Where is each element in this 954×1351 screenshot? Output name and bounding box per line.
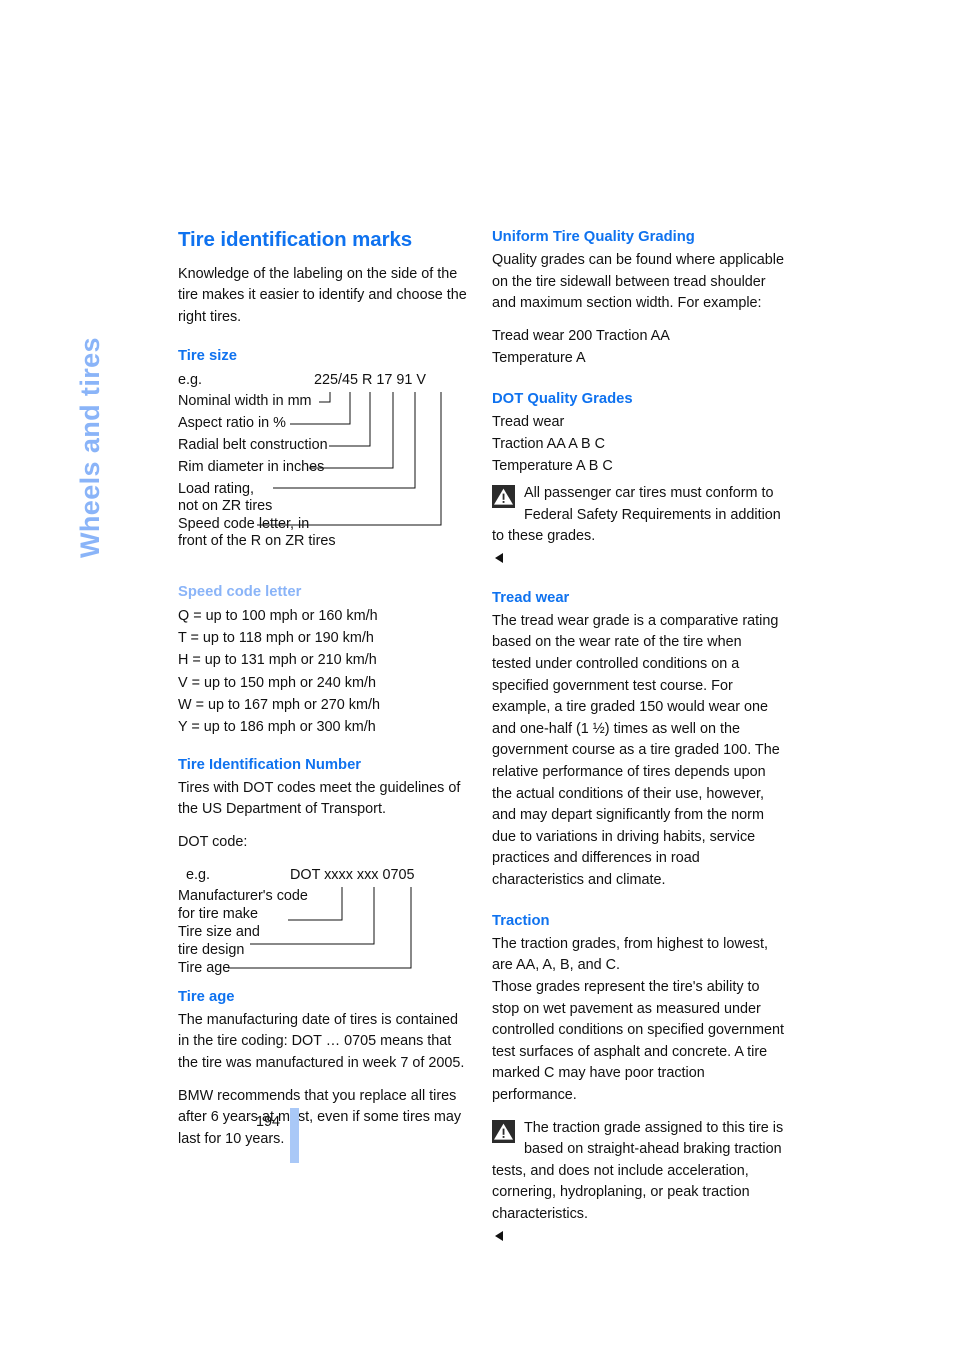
page-number: 194 bbox=[255, 1114, 280, 1130]
section-heading-dot-quality-grades: DOT Quality Grades bbox=[492, 391, 633, 408]
speed-code-entry: H = up to 131 mph or 210 km/h bbox=[178, 652, 377, 669]
dot-grades-warning-text: All passenger car tires must conform to … bbox=[492, 485, 781, 545]
section-heading-tire-age: Tire age bbox=[178, 988, 235, 1005]
tire-size-callout-speed-code-cont: front of the R on ZR tires bbox=[178, 532, 336, 549]
dot-code-label: DOT code: bbox=[178, 834, 248, 851]
section-heading-speed-code-letter: Speed code letter bbox=[178, 583, 302, 600]
intro-paragraph: Knowledge of the labeling on the side of… bbox=[178, 265, 467, 325]
dot-quality-grade-line: Traction AA A B C bbox=[492, 436, 606, 453]
chapter-tab-label: Wheels and tires bbox=[75, 337, 105, 558]
tire-size-code: 225/45 R 17 91 V bbox=[314, 371, 427, 388]
section-heading-tire-size: Tire size bbox=[178, 348, 237, 365]
traction-warning-note: The traction grade assigned to this tire… bbox=[492, 1118, 784, 1248]
tire-size-callout-rim-diameter: Rim diameter in inches bbox=[178, 458, 325, 475]
manual-page: Wheels and tires Tire identification mar… bbox=[0, 0, 954, 1351]
warning-triangle-icon bbox=[492, 485, 515, 509]
warning-triangle-icon bbox=[492, 1119, 515, 1143]
speed-code-entry: V = up to 150 mph or 240 km/h bbox=[178, 674, 376, 691]
speed-code-list: Q = up to 100 mph or 160 km/h T = up to … bbox=[178, 605, 470, 739]
tire-age-paragraph-1: The manufacturing date of tires is conta… bbox=[178, 1011, 465, 1072]
page-edge-marker bbox=[290, 1108, 299, 1163]
note-end-marker bbox=[495, 1230, 503, 1241]
section-heading-traction: Traction bbox=[492, 912, 550, 929]
dot-quality-grade-line: Tread wear bbox=[492, 414, 565, 431]
page-title: Tire identification marks bbox=[178, 228, 413, 251]
speed-code-entry: T = up to 118 mph or 190 km/h bbox=[178, 630, 374, 647]
tire-size-callout-nominal-width: Nominal width in mm bbox=[178, 392, 312, 409]
dot-code-diagram: e.g. DOT xxxx xxx 0705 Manufacturer's co… bbox=[178, 865, 470, 976]
dot-quality-grade-line: Temperature A B C bbox=[492, 457, 613, 474]
tire-id-number-paragraph: Tires with DOT codes meet the guidelines… bbox=[178, 779, 461, 818]
uniform-grading-example: Tread wear 200 Traction AA Temperature A bbox=[492, 326, 784, 369]
dot-code-example: DOT xxxx xxx 0705 bbox=[290, 866, 415, 883]
traction-paragraph-1: The traction grades, from highest to low… bbox=[492, 935, 768, 974]
dot-callout-tire-age: Tire age bbox=[178, 959, 231, 976]
traction-warning-text: The traction grade assigned to this tire… bbox=[492, 1119, 784, 1222]
left-column: Tire identification marks Knowledge of t… bbox=[178, 228, 470, 1161]
tire-size-eg-label: e.g. bbox=[178, 371, 203, 388]
section-heading-tread-wear: Tread wear bbox=[492, 589, 570, 606]
traction-paragraph-2: Those grades represent the tire's abilit… bbox=[492, 978, 784, 1103]
note-end-marker bbox=[495, 553, 503, 563]
speed-code-entry: W = up to 167 mph or 270 km/h bbox=[178, 697, 380, 713]
section-heading-tire-identification-number: Tire Identification Number bbox=[178, 756, 362, 773]
uniform-grading-example-line: Tread wear 200 Traction AA bbox=[492, 328, 670, 345]
dot-code-eg-label: e.g. bbox=[186, 866, 211, 883]
chapter-tab: Wheels and tires bbox=[75, 228, 148, 558]
dot-grades-warning-note: All passenger car tires must conform to … bbox=[492, 483, 784, 569]
right-column: Uniform Tire Quality Grading Quality gra… bbox=[492, 228, 784, 1258]
uniform-grading-paragraph: Quality grades can be found where applic… bbox=[492, 252, 785, 312]
page-footer: 194 bbox=[178, 1108, 478, 1168]
tread-wear-paragraph: The tread wear grade is a comparative ra… bbox=[492, 612, 780, 888]
tire-size-callout-aspect-ratio: Aspect ratio in % bbox=[178, 414, 286, 431]
dot-quality-grades-list: Tread wear Traction AA A B C Temperature… bbox=[492, 412, 784, 477]
tire-size-diagram: e.g. 225/45 R 17 91 V Nominal width in m… bbox=[178, 370, 470, 549]
speed-code-entry: Y = up to 186 mph or 300 km/h bbox=[178, 719, 376, 736]
uniform-grading-example-line: Temperature A bbox=[492, 349, 586, 366]
section-heading-uniform-tire-quality-grading: Uniform Tire Quality Grading bbox=[492, 229, 695, 245]
tire-size-callout-radial-belt: Radial belt construction bbox=[178, 436, 328, 453]
speed-code-entry: Q = up to 100 mph or 160 km/h bbox=[178, 607, 378, 624]
